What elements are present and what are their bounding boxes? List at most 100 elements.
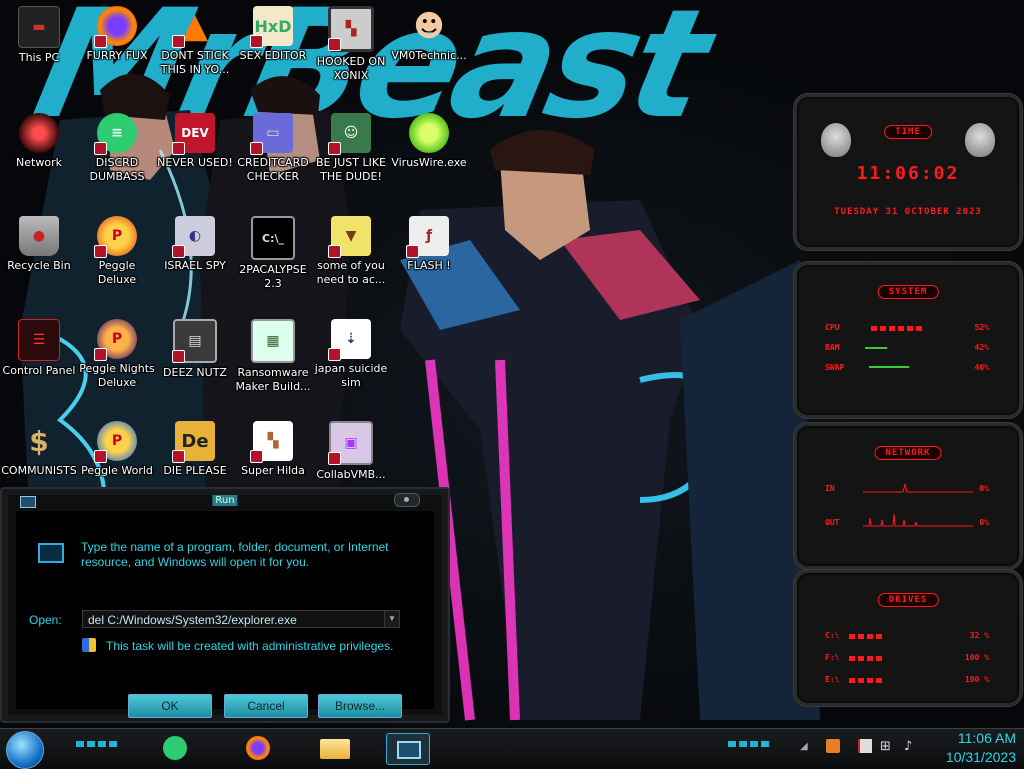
dropdown-arrow-icon[interactable]: ▼	[384, 611, 399, 627]
desktop-icon-network[interactable]: Network	[0, 113, 78, 170]
ok-button[interactable]: OK	[128, 694, 212, 718]
devcpp-icon: DEV	[172, 113, 215, 155]
swap-usage-line	[869, 366, 909, 368]
desktop-icon-israel-spy[interactable]: ◐ ISRAEL SPY	[156, 216, 234, 273]
run-instructions: Type the name of a program, folder, docu…	[81, 540, 389, 569]
desktop-icon-flash[interactable]: ƒ FLASH !	[390, 216, 468, 273]
desktop-icon-sex-editor[interactable]: HxD SEX EDITOR	[234, 6, 312, 63]
run-window-icon	[397, 741, 421, 759]
admin-note: This task will be created with administr…	[106, 639, 394, 653]
ransomware-icon: ▦	[251, 319, 295, 363]
drive-c-usage-bar	[849, 634, 883, 639]
run-dialog-close-button[interactable]	[394, 493, 420, 507]
desktop-icon-deez-nutz[interactable]: ▤ DEEZ NUTZ	[156, 319, 234, 380]
taskbar-app-explorer[interactable]	[314, 733, 356, 763]
drive-row-c: C:\ 32 %	[825, 631, 989, 640]
desktop-icon-creditcard-checker[interactable]: ▭ CREDITCARD CHECKER	[234, 113, 312, 184]
peggle-icon: P	[94, 216, 137, 258]
desktop-icon-japan-suicide-sim[interactable]: ⇣ japan suicide sim	[312, 319, 390, 390]
desktop-icon-collabvm[interactable]: ▣ CollabVMB...	[312, 421, 390, 482]
monitor-icon: ▣	[328, 421, 373, 465]
tray-volume-icon[interactable]: ♪	[904, 739, 912, 754]
desktop-icon-discrd-dumbass[interactable]: ≡ DISCRD DUMBASS	[78, 113, 156, 184]
flash-icon: ƒ	[406, 216, 449, 258]
chat-app-icon	[163, 736, 187, 760]
network-row-in: IN 0%	[825, 483, 989, 496]
drives-gadget-title: DRIVES	[877, 593, 939, 607]
santa-icon: ☺	[328, 113, 371, 155]
run-app-icon	[38, 543, 64, 563]
taskbar-app-run[interactable]	[386, 733, 430, 765]
desktop-icon-vm0technic[interactable]: ☻ VM0Technic...	[390, 6, 468, 63]
alien-head-icon	[821, 123, 851, 157]
network-gadget[interactable]: NETWORK IN 0% OUT 0%	[794, 423, 1022, 569]
alien-head-icon	[965, 123, 995, 157]
drive-e-usage-bar	[849, 678, 883, 683]
desktop-icon-be-just-like-the-dude[interactable]: ☺ BE JUST LIKE THE DUDE!	[312, 113, 390, 184]
tray-network-icon[interactable]: ⊞	[880, 739, 891, 754]
tray-flag-icon[interactable]	[858, 739, 872, 753]
desktop-icon-control-panel[interactable]: ☰ Control Panel	[0, 319, 78, 378]
document-icon: ⇣	[328, 319, 371, 361]
run-dialog-title: Run	[212, 495, 238, 506]
doctor-icon: ☻	[413, 8, 445, 44]
taskbar-app-chat[interactable]	[155, 733, 197, 763]
desktop-icon-never-used[interactable]: DEV NEVER USED!	[156, 113, 234, 170]
time-gadget-title: TIME	[884, 125, 932, 139]
desktop-icon-viruswire[interactable]: VirusWire.exe	[390, 113, 468, 170]
desktop-icon-peggle-nights[interactable]: P Peggle Nights Deluxe	[78, 319, 156, 390]
beaver-icon: ▼	[328, 216, 371, 258]
desktop-icon-some-of-you[interactable]: ▼ some of you need to ac...	[312, 216, 390, 287]
taskbar-decoration	[728, 741, 770, 747]
run-dialog[interactable]: Run Type the name of a program, folder, …	[0, 487, 450, 723]
desktop-icon-communists[interactable]: $ COMMUNISTS	[0, 421, 78, 478]
spy-icon: ◐	[172, 216, 215, 258]
drive-row-f: F:\ 100 %	[825, 653, 989, 662]
desktop-icon-this-pc[interactable]: ▬ This PC	[0, 6, 78, 65]
tray-alert-icon[interactable]	[826, 739, 840, 753]
desktop-icon-dont-stick[interactable]: ▲ DONT STICK THIS IN YO...	[156, 6, 234, 77]
desktop-icon-ransomware-maker[interactable]: ▦ Ransomware Maker Build...	[234, 319, 312, 394]
cpu-usage-bar	[871, 326, 925, 331]
system-row-cpu: CPU 52%	[825, 323, 989, 332]
desktop-icon-hooked-on-xonix[interactable]: ▚ HOOKED ON XONIX	[312, 6, 390, 83]
hex-editor-icon: HxD	[250, 6, 293, 48]
show-hidden-icons-button[interactable]: ◢	[800, 741, 808, 752]
firefox-icon	[94, 6, 137, 48]
recycle-bin-icon: ●	[19, 216, 59, 256]
peggle-world-icon: P	[94, 421, 137, 463]
file-explorer-icon	[320, 739, 350, 759]
open-input-value: del C:/Windows/System32/explorer.exe	[88, 613, 297, 627]
network-gadget-title: NETWORK	[874, 446, 942, 460]
desktop-icon-recycle-bin[interactable]: ● Recycle Bin	[0, 216, 78, 273]
system-gadget[interactable]: SYSTEM CPU 52% RAM 42% SWAP 40%	[794, 262, 1022, 418]
run-dialog-titlebar[interactable]: Run	[10, 493, 440, 509]
start-button[interactable]	[6, 731, 44, 769]
desktop-icon-2pacalypse[interactable]: C:\_ 2PACALYPSE 2.3	[234, 216, 312, 291]
run-window-icon	[20, 496, 36, 508]
taskbar: ◢ ⊞ ♪ 11:06 AM 10/31/2023	[0, 728, 1024, 769]
desktop-icon-peggle-deluxe[interactable]: P Peggle Deluxe	[78, 216, 156, 287]
desktop-icon-super-hilda[interactable]: ▚ Super Hilda	[234, 421, 312, 478]
desktop-icon-die-please[interactable]: De DIE PLEASE	[156, 421, 234, 478]
control-panel-icon: ☰	[18, 319, 60, 361]
time-gadget[interactable]: TIME 11:06:02 TUESDAY 31 OCTOBER 2023	[794, 94, 1022, 250]
desktop-icon-peggle-world[interactable]: P Peggle World	[78, 421, 156, 478]
time-gadget-date: TUESDAY 31 OCTOBER 2023	[834, 207, 982, 217]
taskbar-clock-time[interactable]: 11:06 AM	[958, 730, 1016, 746]
browse-button[interactable]: Browse...	[318, 694, 402, 718]
network-out-graph	[863, 513, 973, 527]
desktop-icon-furry-fux[interactable]: FURRY FUX	[78, 6, 156, 63]
taskbar-clock-date[interactable]: 10/31/2023	[946, 749, 1016, 765]
taskbar-app-firefox[interactable]	[238, 733, 280, 763]
money-bag-icon: $	[29, 424, 49, 458]
de-icon: De	[172, 421, 215, 463]
drives-gadget[interactable]: DRIVES C:\ 32 % F:\ 100 % E:\ 100 %	[794, 570, 1022, 706]
cancel-button[interactable]: Cancel	[224, 694, 308, 718]
lime-icon	[409, 113, 449, 153]
pixel-dog-icon: ▚	[250, 421, 293, 463]
time-gadget-clock: 11:06:02	[856, 163, 960, 184]
open-input[interactable]: del C:/Windows/System32/explorer.exe ▼	[82, 610, 400, 628]
vlc-icon: ▲	[172, 6, 215, 48]
firefox-icon	[246, 736, 270, 760]
